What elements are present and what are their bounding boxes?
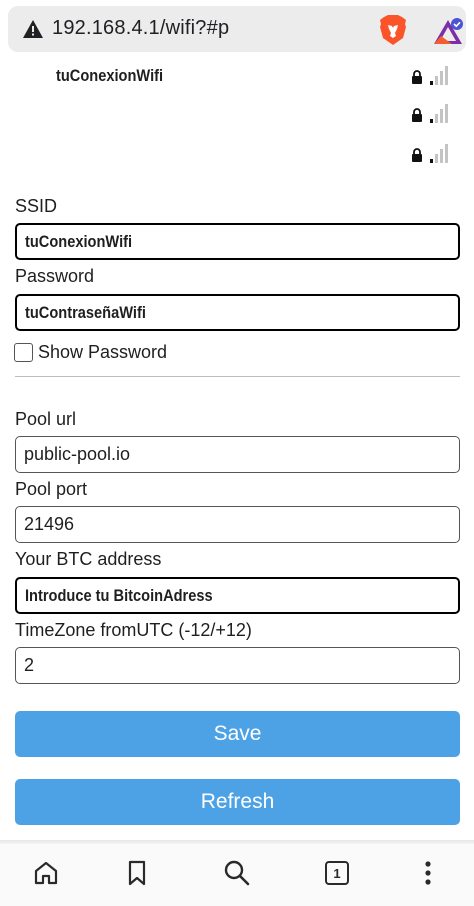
search-icon [224, 860, 250, 886]
network-item[interactable] [0, 140, 474, 170]
show-password-toggle[interactable]: Show Password [14, 342, 167, 363]
home-icon [34, 861, 58, 885]
password-label: Password [15, 266, 95, 286]
brave-rewards-icon[interactable] [432, 18, 464, 46]
pool-port-input-value: 21496 [24, 514, 75, 534]
brave-lion-icon[interactable] [378, 14, 408, 46]
timezone-label: TimeZone fromUTC (-12/+12) [15, 620, 252, 640]
ssid-label: SSID [15, 196, 58, 216]
more-menu-button[interactable] [411, 856, 445, 890]
show-password-checkbox[interactable] [14, 343, 33, 362]
pool-port-input[interactable]: 21496 [15, 506, 460, 543]
ssid-input[interactable]: tuConexionWifi [15, 223, 460, 260]
lock-icon [412, 70, 422, 84]
search-button[interactable] [220, 856, 254, 890]
signal-strength-icon [430, 144, 448, 163]
address-bar[interactable]: 192.168.4.1/wifi?#p [8, 6, 466, 52]
divider [15, 376, 460, 377]
timezone-input[interactable]: 2 [15, 647, 460, 684]
btc-address-input-value: Introduce tu BitcoinAdress [25, 585, 213, 605]
pool-port-label: Pool port [15, 479, 88, 499]
signal-strength-icon [430, 104, 448, 123]
tabs-icon: 1 [325, 861, 349, 885]
show-password-label[interactable]: Show Password [38, 342, 167, 363]
tabs-button[interactable]: 1 [320, 856, 354, 890]
url-text[interactable]: 192.168.4.1/wifi?#p [52, 17, 229, 40]
lock-icon [412, 108, 422, 122]
network-ssid[interactable]: tuConexionWifi [56, 66, 163, 86]
pool-url-label: Pool url [15, 409, 77, 429]
home-button[interactable] [29, 856, 63, 890]
refresh-button[interactable]: Refresh [15, 779, 460, 825]
signal-strength-icon [430, 66, 448, 85]
lock-icon [412, 148, 422, 162]
btc-address-input[interactable]: Introduce tu BitcoinAdress [15, 577, 460, 614]
ssid-input-value: tuConexionWifi [25, 231, 133, 251]
timezone-input-value: 2 [24, 655, 35, 675]
bookmarks-button[interactable] [120, 856, 154, 890]
network-item[interactable]: tuConexionWifi [0, 62, 474, 92]
warning-icon[interactable] [22, 18, 44, 40]
more-icon [425, 861, 431, 885]
network-item[interactable] [0, 100, 474, 130]
password-input-value: tuContraseñaWifi [25, 302, 146, 322]
tab-count: 1 [333, 865, 341, 881]
password-input[interactable]: tuContraseñaWifi [15, 294, 460, 331]
pool-url-input[interactable]: public-pool.io [15, 436, 460, 473]
pool-url-input-value: public-pool.io [24, 444, 131, 464]
btc-address-label: Your BTC address [15, 549, 162, 569]
bookmark-icon [128, 860, 146, 886]
bottom-navigation: 1 [0, 844, 474, 906]
save-button[interactable]: Save [15, 711, 460, 757]
